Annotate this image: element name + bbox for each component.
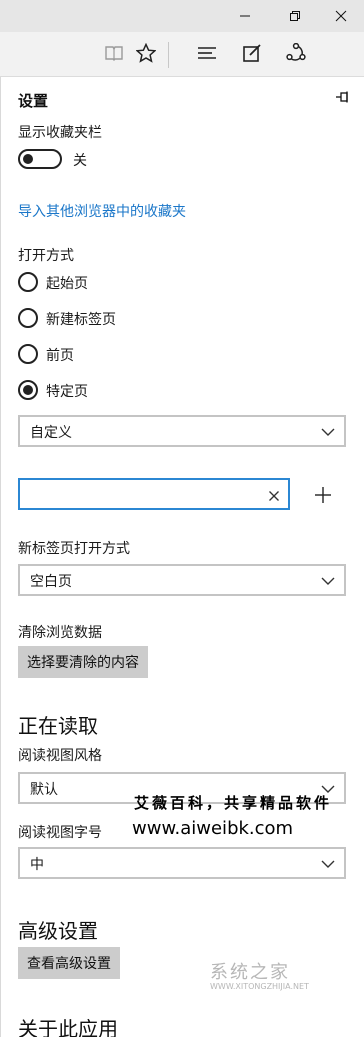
restore-button[interactable] <box>272 0 318 32</box>
share-button[interactable] <box>279 38 313 72</box>
open-with-dropdown-value: 自定义 <box>30 425 72 441</box>
reading-font-label: 阅读视图字号 <box>18 825 102 841</box>
open-with-label: 打开方式 <box>18 248 74 264</box>
share-icon <box>285 42 307 67</box>
hub-icon <box>197 45 217 65</box>
view-advanced-settings-button[interactable]: 查看高级设置 <box>18 947 120 979</box>
close-button[interactable] <box>318 0 364 32</box>
chevron-down-icon <box>321 424 335 443</box>
reading-font-dropdown[interactable]: 中 <box>18 847 346 879</box>
pin-icon <box>335 89 351 108</box>
url-input-box[interactable] <box>18 478 290 510</box>
radio-specific-page-label: 特定页 <box>46 384 88 400</box>
watermark-text-url: www.aiweibk.com <box>132 818 294 839</box>
clear-data-label: 清除浏览数据 <box>18 625 102 641</box>
favorite-star-icon <box>135 42 157 67</box>
watermark-logo: 系统之家 WWW.XITONGZHIJIA.NET <box>210 958 309 991</box>
favorites-bar-label: 显示收藏夹栏 <box>18 125 102 141</box>
toolbar-separator <box>168 42 169 68</box>
reading-section-title: 正在读取 <box>18 714 98 738</box>
new-tab-label: 新标签页打开方式 <box>18 541 130 557</box>
favorite-button[interactable] <box>129 38 163 72</box>
panel-title: 设置 <box>18 92 49 110</box>
url-input[interactable] <box>26 484 256 504</box>
plus-icon <box>314 487 332 508</box>
new-tab-dropdown[interactable]: 空白页 <box>18 564 346 596</box>
import-favorites-link[interactable]: 导入其他浏览器中的收藏夹 <box>18 201 186 221</box>
settings-pane: 设置 显示收藏夹栏 关 导入其他浏览器中的收藏夹 打开方式 起始页 新建标签页 … <box>0 77 364 1037</box>
watermark-logo-text: 系统之家 <box>210 962 290 983</box>
minimize-button[interactable] <box>222 0 268 32</box>
reading-style-label: 阅读视图风格 <box>18 748 102 764</box>
favorites-bar-toggle[interactable] <box>18 149 62 169</box>
open-with-dropdown[interactable]: 自定义 <box>18 415 346 447</box>
watermark-logo-subtext: WWW.XITONGZHIJIA.NET <box>210 982 309 991</box>
favorites-bar-toggle-state: 关 <box>73 153 87 169</box>
radio-selected-dot <box>23 385 33 395</box>
minimize-icon <box>239 10 251 22</box>
restore-icon <box>289 10 301 22</box>
web-note-button[interactable] <box>235 38 269 72</box>
web-note-icon <box>242 43 262 67</box>
radio-start-page[interactable] <box>18 272 38 292</box>
add-page-button[interactable] <box>314 486 332 508</box>
advanced-section-title: 高级设置 <box>18 919 98 943</box>
chevron-down-icon <box>321 573 335 592</box>
radio-start-page-label: 起始页 <box>46 276 88 292</box>
hub-button[interactable] <box>190 38 224 72</box>
reading-font-value: 中 <box>30 857 44 873</box>
watermark-text-line1: 艾薇百科，共享精品软件 <box>134 794 333 812</box>
choose-what-to-clear-button[interactable]: 选择要清除的内容 <box>18 646 148 678</box>
reading-view-button[interactable] <box>97 38 131 72</box>
radio-previous-pages-label: 前页 <box>46 348 74 364</box>
about-section-title: 关于此应用 <box>18 1017 118 1037</box>
pin-button[interactable] <box>335 89 351 108</box>
radio-previous-pages[interactable] <box>18 344 38 364</box>
radio-new-tab[interactable] <box>18 308 38 328</box>
chevron-down-icon <box>321 856 335 875</box>
window-titlebar <box>0 0 364 32</box>
radio-specific-page[interactable] <box>18 380 38 400</box>
close-icon <box>335 10 347 22</box>
clear-input-icon[interactable] <box>268 487 280 506</box>
reading-view-icon <box>104 44 124 66</box>
browser-toolbar <box>0 32 364 77</box>
new-tab-dropdown-value: 空白页 <box>30 574 72 590</box>
reading-style-value: 默认 <box>30 782 58 798</box>
radio-new-tab-label: 新建标签页 <box>46 312 116 328</box>
